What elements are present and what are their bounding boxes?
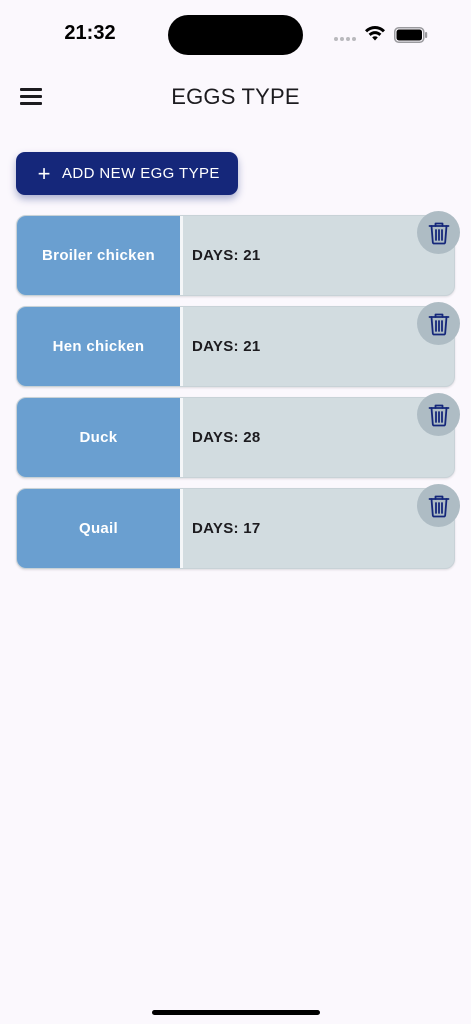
card-divider	[180, 489, 183, 568]
delete-button[interactable]	[417, 393, 460, 436]
egg-days: DAYS: 28	[192, 429, 261, 446]
egg-name: Hen chicken	[17, 307, 180, 386]
dynamic-island	[168, 15, 303, 55]
egg-card[interactable]: Quail DAYS: 17	[16, 484, 460, 569]
egg-days: DAYS: 21	[192, 338, 261, 355]
egg-days: DAYS: 17	[192, 520, 261, 537]
trash-icon	[428, 222, 449, 244]
wifi-icon	[365, 25, 385, 41]
trash-icon	[428, 313, 449, 335]
egg-name: Broiler chicken	[17, 216, 180, 295]
delete-button[interactable]	[417, 211, 460, 254]
page-title: EGGS TYPE	[171, 84, 300, 109]
home-indicator[interactable]	[152, 1010, 320, 1015]
trash-icon	[428, 404, 449, 426]
card-divider	[180, 398, 183, 477]
cellular-signal-icon	[334, 37, 356, 41]
status-time: 21:32	[64, 22, 116, 44]
trash-icon	[428, 495, 449, 517]
battery-icon	[394, 27, 428, 43]
egg-type-list: Broiler chicken DAYS: 21 Hen chicken DAY…	[16, 211, 461, 579]
plus-icon: +	[37, 160, 51, 186]
egg-card[interactable]: Duck DAYS: 28	[16, 393, 460, 478]
egg-days: DAYS: 21	[192, 247, 261, 264]
add-button-label: ADD NEW EGG TYPE	[62, 165, 220, 182]
card-divider	[180, 216, 183, 295]
egg-card[interactable]: Hen chicken DAYS: 21	[16, 302, 460, 387]
egg-name: Duck	[17, 398, 180, 477]
delete-button[interactable]	[417, 302, 460, 345]
delete-button[interactable]	[417, 484, 460, 527]
egg-card[interactable]: Broiler chicken DAYS: 21	[16, 211, 460, 296]
status-bar: 21:32	[0, 0, 471, 70]
card-divider	[180, 307, 183, 386]
add-new-egg-type-button[interactable]: + ADD NEW EGG TYPE	[16, 152, 238, 195]
egg-name: Quail	[17, 489, 180, 568]
